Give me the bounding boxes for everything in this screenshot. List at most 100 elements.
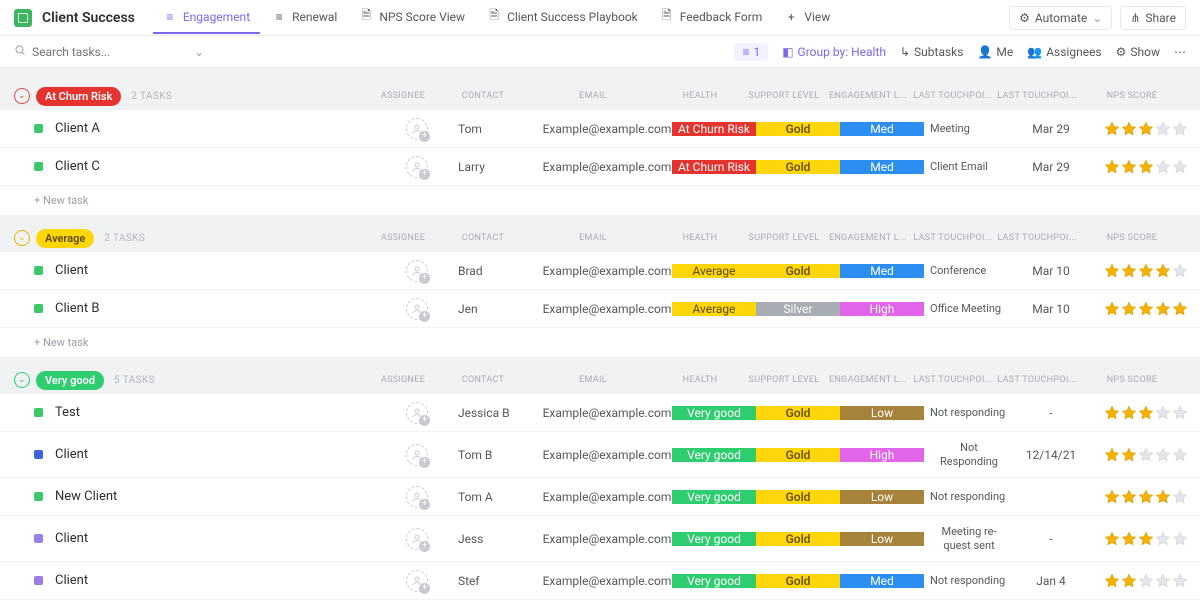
- engagement-cell[interactable]: Med: [840, 160, 924, 174]
- contact-cell[interactable]: Larry: [452, 160, 542, 174]
- touchpoint-cell[interactable]: Not responding: [924, 406, 1010, 419]
- assignee-avatar-empty[interactable]: [406, 528, 428, 550]
- status-square[interactable]: [34, 450, 43, 459]
- engagement-cell[interactable]: Med: [840, 574, 924, 588]
- tab-client-success-playbook[interactable]: 🗎Client Success Playbook: [477, 2, 648, 34]
- assignee-avatar-empty[interactable]: [406, 260, 428, 282]
- share-button[interactable]: ⋔ Share: [1120, 6, 1186, 30]
- column-header[interactable]: ASSIGNEE: [368, 91, 438, 101]
- touchpoint-cell[interactable]: Conference: [924, 264, 1010, 277]
- email-cell[interactable]: Example@example.com: [542, 264, 672, 278]
- task-name[interactable]: Client: [55, 531, 382, 546]
- status-square[interactable]: [34, 492, 43, 501]
- column-header[interactable]: NPS SCORE: [1078, 91, 1186, 101]
- assignee-avatar-empty[interactable]: [406, 570, 428, 592]
- touchpoint-date-cell[interactable]: Mar 10: [1010, 302, 1092, 316]
- health-cell[interactable]: Very good: [672, 406, 756, 420]
- assignee-avatar-empty[interactable]: [406, 118, 428, 140]
- more-button[interactable]: ⋯: [1174, 45, 1186, 59]
- email-cell[interactable]: Example@example.com: [542, 406, 672, 420]
- engagement-cell[interactable]: Med: [840, 264, 924, 278]
- email-cell[interactable]: Example@example.com: [542, 122, 672, 136]
- new-task-button[interactable]: + New task: [0, 186, 1200, 216]
- support-cell[interactable]: Gold: [756, 574, 840, 588]
- health-cell[interactable]: Very good: [672, 490, 756, 504]
- column-header[interactable]: CONTACT: [438, 233, 528, 243]
- column-header[interactable]: ASSIGNEE: [368, 375, 438, 385]
- assignee-cell[interactable]: [382, 260, 452, 282]
- column-header[interactable]: LAST TOUCHPOI...: [910, 233, 996, 243]
- engagement-cell[interactable]: Low: [840, 532, 924, 546]
- column-header[interactable]: HEALTH: [658, 375, 742, 385]
- collapse-toggle[interactable]: ⌄: [14, 230, 30, 246]
- column-header[interactable]: LAST TOUCHPOI...: [996, 375, 1078, 385]
- tab-engagement[interactable]: ≡Engagement: [153, 2, 260, 34]
- nps-cell[interactable]: [1092, 573, 1200, 589]
- health-cell[interactable]: At Churn Risk: [672, 122, 756, 136]
- email-cell[interactable]: Example@example.com: [542, 302, 672, 316]
- support-cell[interactable]: Silver: [756, 302, 840, 316]
- contact-cell[interactable]: Tom: [452, 122, 542, 136]
- contact-cell[interactable]: Jess: [452, 532, 542, 546]
- task-name[interactable]: Client B: [55, 301, 382, 316]
- support-cell[interactable]: Gold: [756, 122, 840, 136]
- subtasks-button[interactable]: ↳ Subtasks: [900, 45, 963, 59]
- column-header[interactable]: EMAIL: [528, 233, 658, 243]
- column-header[interactable]: NPS SCORE: [1078, 233, 1186, 243]
- touchpoint-cell[interactable]: Client Email: [924, 160, 1010, 173]
- column-header[interactable]: LAST TOUCHPOI...: [996, 91, 1078, 101]
- contact-cell[interactable]: Tom A: [452, 490, 542, 504]
- task-row[interactable]: Client Jess Example@example.com Very goo…: [0, 516, 1200, 562]
- contact-cell[interactable]: Jessica B: [452, 406, 542, 420]
- automate-button[interactable]: ⚙ Automate ⌄: [1009, 6, 1112, 30]
- column-header[interactable]: SUPPORT LEVEL: [742, 91, 826, 101]
- touchpoint-cell[interactable]: Meeting: [924, 122, 1010, 135]
- health-cell[interactable]: At Churn Risk: [672, 160, 756, 174]
- show-button[interactable]: ⚙ Show: [1116, 45, 1160, 59]
- engagement-cell[interactable]: Low: [840, 490, 924, 504]
- touchpoint-cell[interactable]: Not responding: [924, 574, 1010, 587]
- task-row[interactable]: Client Tom B Example@example.com Very go…: [0, 432, 1200, 478]
- task-row[interactable]: Client A Tom Example@example.com At Chur…: [0, 110, 1200, 148]
- tab-view[interactable]: +View: [774, 2, 840, 34]
- column-header[interactable]: HEALTH: [658, 91, 742, 101]
- health-cell[interactable]: Very good: [672, 532, 756, 546]
- task-row[interactable]: Client Brad Example@example.com Average …: [0, 252, 1200, 290]
- task-row[interactable]: Client Stef Example@example.com Very goo…: [0, 562, 1200, 600]
- collapse-toggle[interactable]: ⌄: [14, 88, 30, 104]
- nps-cell[interactable]: [1092, 531, 1200, 547]
- engagement-cell[interactable]: High: [840, 302, 924, 316]
- assignee-avatar-empty[interactable]: [406, 444, 428, 466]
- status-square[interactable]: [34, 124, 43, 133]
- assignees-button[interactable]: 👥 Assignees: [1027, 45, 1101, 59]
- groupby-button[interactable]: ◧ Group by: Health: [782, 45, 886, 59]
- tab-renewal[interactable]: ≡Renewal: [262, 2, 347, 34]
- assignee-avatar-empty[interactable]: [406, 298, 428, 320]
- group-badge[interactable]: Average: [36, 229, 94, 248]
- support-cell[interactable]: Gold: [756, 490, 840, 504]
- nps-cell[interactable]: [1092, 121, 1200, 137]
- group-badge[interactable]: At Churn Risk: [36, 87, 121, 106]
- assignee-avatar-empty[interactable]: [406, 486, 428, 508]
- group-badge[interactable]: Very good: [36, 371, 104, 390]
- column-header[interactable]: NPS SCORE: [1078, 375, 1186, 385]
- touchpoint-date-cell[interactable]: 12/14/21: [1010, 448, 1092, 462]
- column-header[interactable]: LAST TOUCHPOI...: [910, 91, 996, 101]
- task-row[interactable]: Client C Larry Example@example.com At Ch…: [0, 148, 1200, 186]
- column-header[interactable]: ASSIGNEE: [368, 233, 438, 243]
- status-square[interactable]: [34, 534, 43, 543]
- nps-cell[interactable]: [1092, 159, 1200, 175]
- email-cell[interactable]: Example@example.com: [542, 574, 672, 588]
- column-header[interactable]: EMAIL: [528, 375, 658, 385]
- engagement-cell[interactable]: High: [840, 448, 924, 462]
- touchpoint-cell[interactable]: Office Meeting: [924, 302, 1010, 315]
- task-name[interactable]: Client C: [55, 159, 382, 174]
- health-cell[interactable]: Very good: [672, 574, 756, 588]
- contact-cell[interactable]: Brad: [452, 264, 542, 278]
- task-name[interactable]: New Client: [55, 489, 382, 504]
- email-cell[interactable]: Example@example.com: [542, 448, 672, 462]
- chevron-down-icon[interactable]: ⌄: [194, 45, 204, 59]
- touchpoint-date-cell[interactable]: -: [1010, 532, 1092, 546]
- touchpoint-cell[interactable]: Not Responding: [924, 441, 1010, 467]
- task-name[interactable]: Client: [55, 447, 382, 462]
